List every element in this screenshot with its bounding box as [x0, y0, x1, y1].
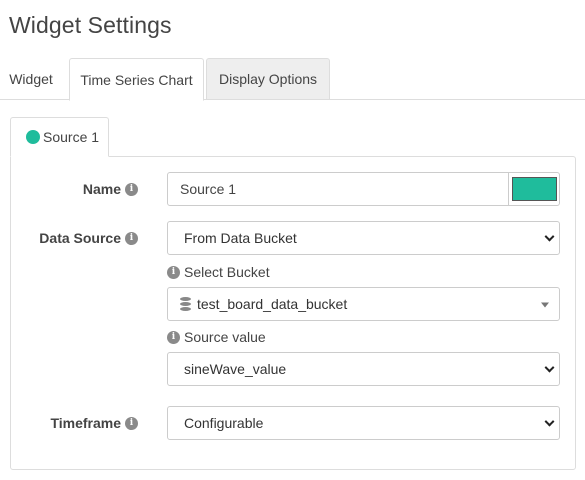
tab-time-series-chart[interactable]: Time Series Chart	[69, 58, 204, 101]
source-value-select[interactable]: sineWave_value	[167, 352, 560, 386]
info-icon: i	[167, 330, 180, 344]
name-label: Name i	[40, 180, 138, 198]
chevron-down-icon	[544, 416, 555, 427]
bucket-select[interactable]: test_board_data_bucket	[167, 287, 560, 321]
source-tab-label: Source 1	[43, 129, 100, 145]
info-icon: i	[125, 231, 138, 245]
caret-down-icon	[541, 302, 549, 308]
info-icon: i	[125, 182, 138, 196]
source-value-label: i Source value	[167, 328, 266, 346]
info-icon: i	[167, 265, 180, 279]
data-source-select[interactable]: From Data Bucket	[167, 221, 560, 255]
database-icon	[180, 297, 191, 311]
timeframe-label: Timeframe i	[40, 414, 138, 432]
settings-tabs: Widget Time Series Chart Display Options	[0, 58, 585, 101]
info-icon: i	[125, 416, 138, 430]
tab-display-options[interactable]: Display Options	[206, 58, 330, 100]
select-bucket-label: i Select Bucket	[167, 263, 270, 281]
timeframe-select[interactable]: Configurable	[167, 406, 560, 440]
tab-source-1[interactable]: Source 1	[10, 117, 109, 157]
tab-widget[interactable]: Widget	[0, 58, 62, 100]
chevron-down-icon	[544, 362, 555, 373]
color-picker-button[interactable]	[508, 172, 560, 206]
source-color-dot	[26, 130, 40, 144]
page-title: Widget Settings	[9, 12, 172, 38]
data-source-label: Data Source i	[20, 229, 138, 247]
color-swatch	[511, 177, 557, 201]
chevron-down-icon	[544, 231, 555, 242]
name-field[interactable]: Source 1	[167, 172, 509, 206]
